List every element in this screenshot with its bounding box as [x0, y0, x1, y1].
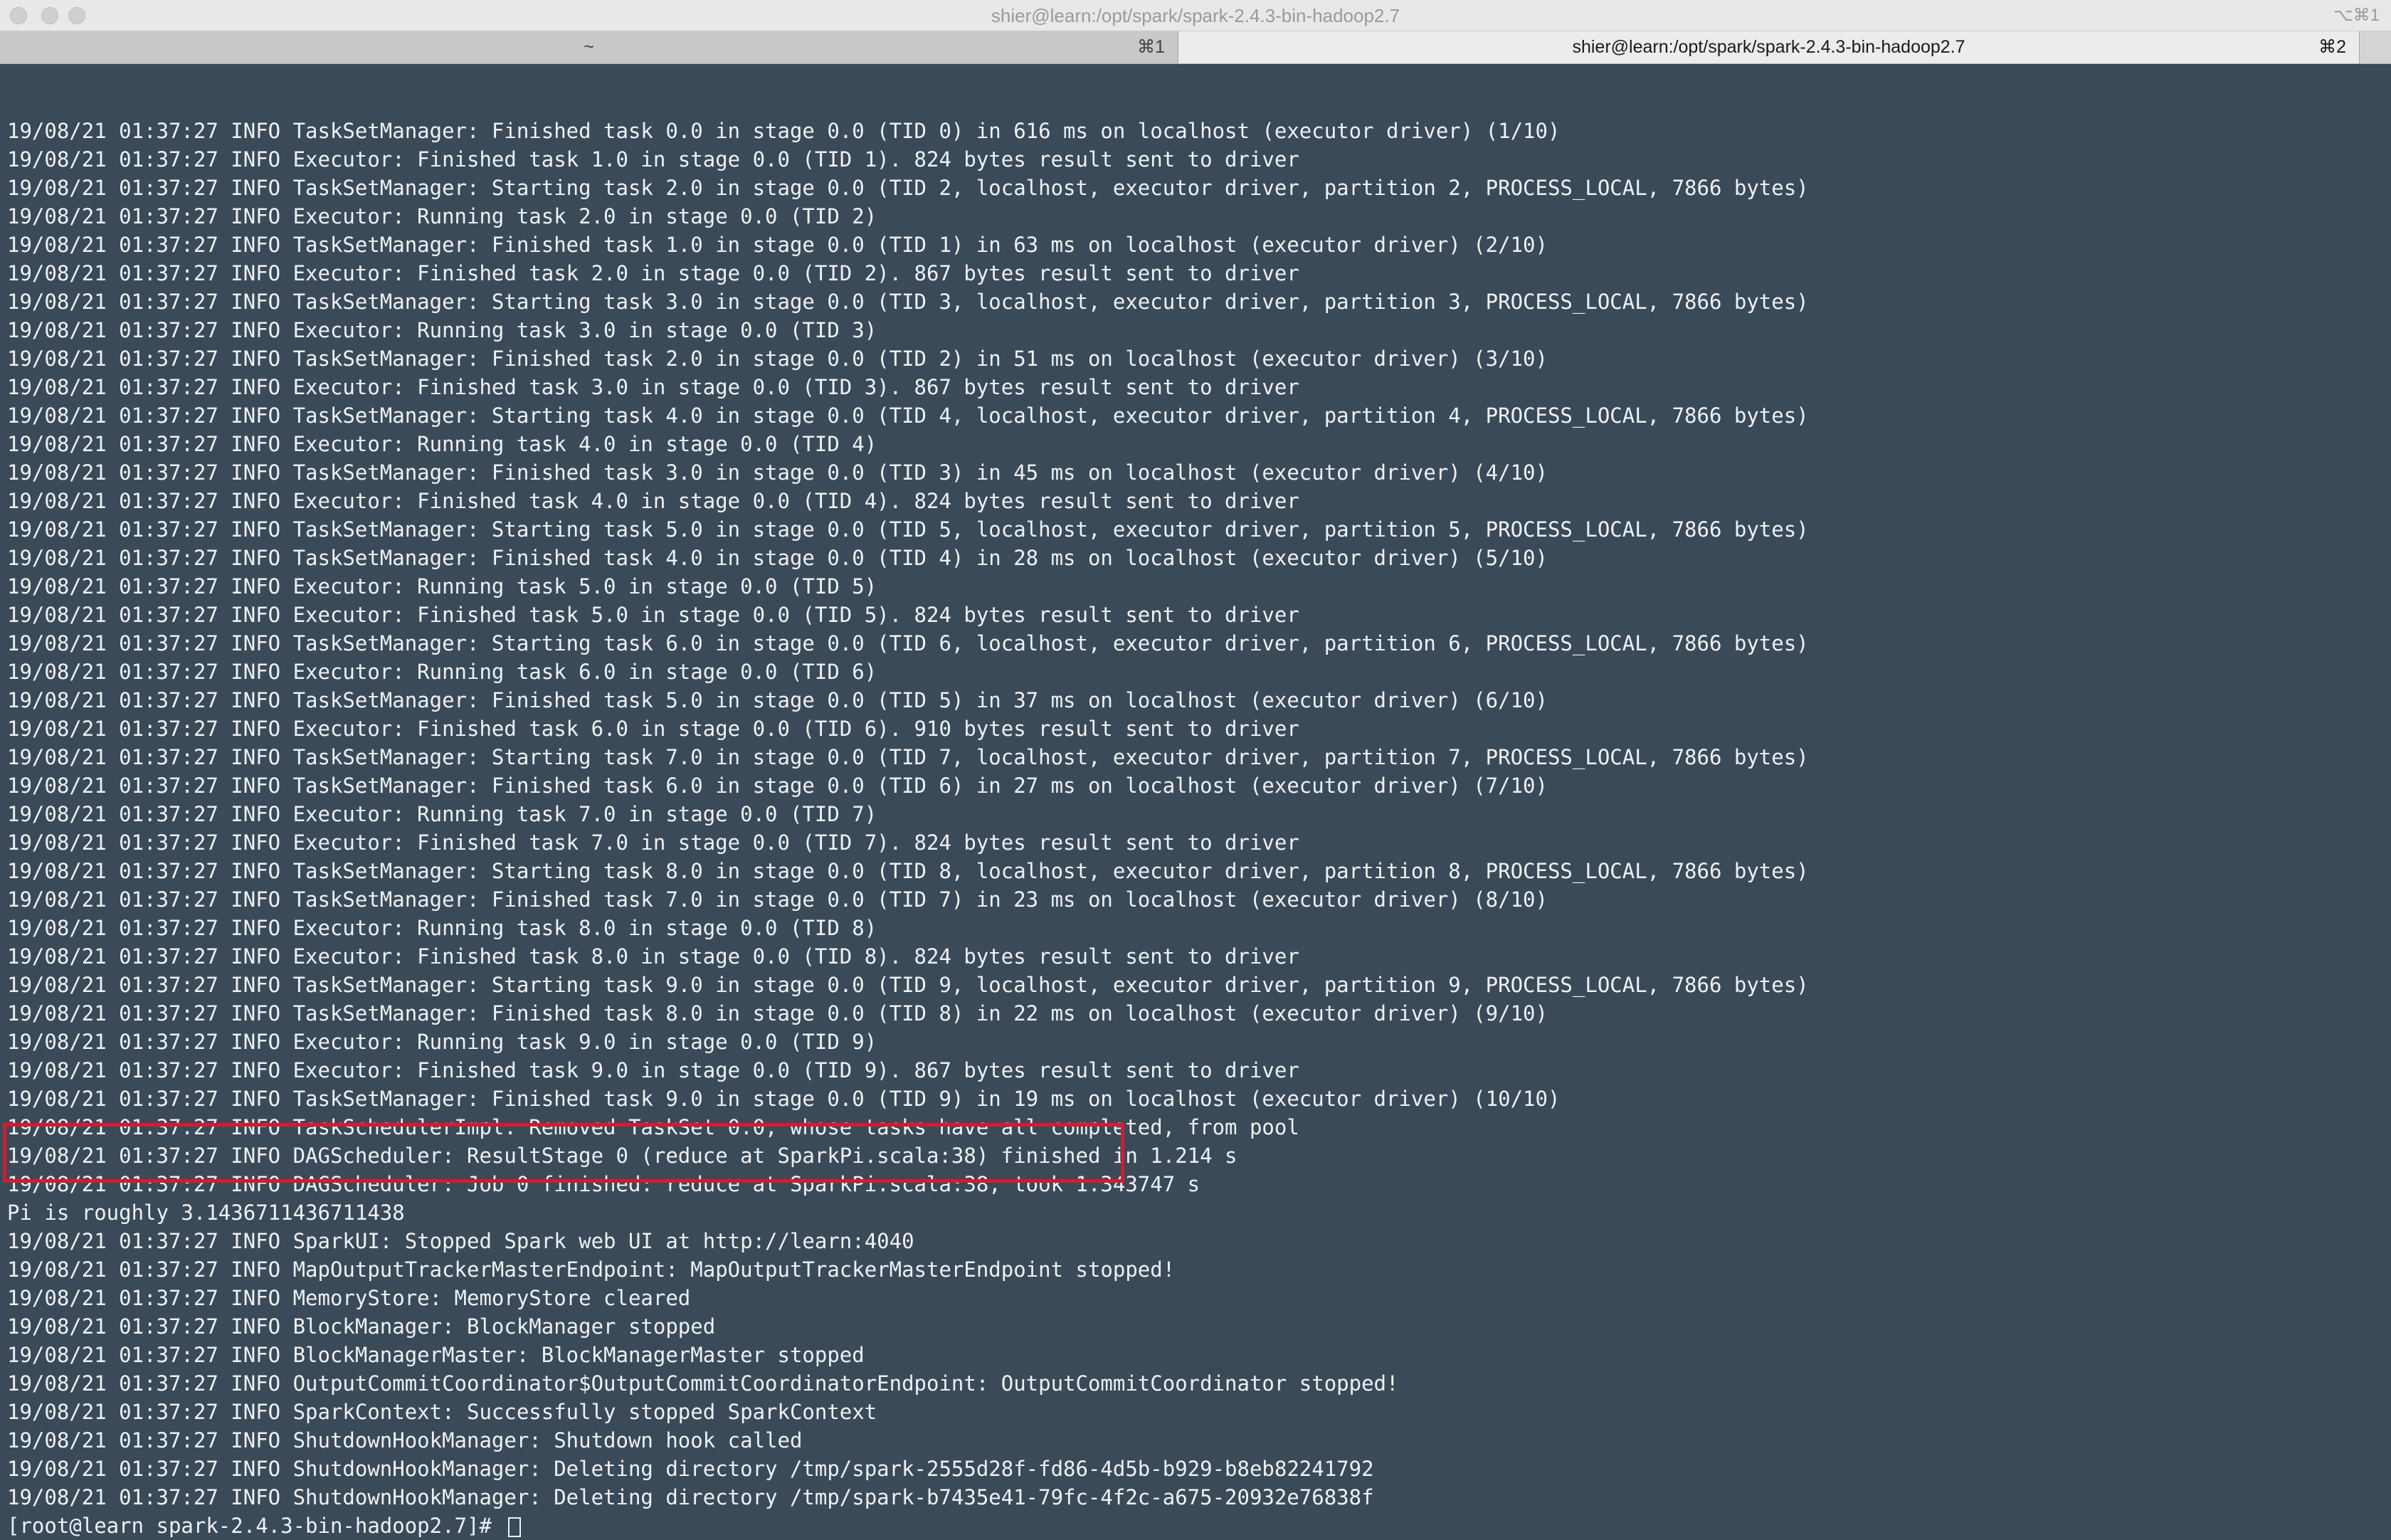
tab-shortcut: ⌘1 — [1137, 37, 1165, 57]
terminal-line: 19/08/21 01:37:27 INFO Executor: Finishe… — [7, 261, 1299, 285]
terminal-line: 19/08/21 01:37:27 INFO OutputCommitCoord… — [7, 1371, 1399, 1396]
terminal-line: 19/08/21 01:37:27 INFO TaskSetManager: F… — [7, 887, 1548, 912]
terminal-line: 19/08/21 01:37:27 INFO TaskSetManager: F… — [7, 347, 1548, 371]
terminal-window: shier@learn:/opt/spark/spark-2.4.3-bin-h… — [0, 0, 2391, 1538]
terminal-line: 19/08/21 01:37:27 INFO TaskSetManager: F… — [7, 546, 1548, 570]
terminal-line: 19/08/21 01:37:27 INFO MapOutputTrackerM… — [7, 1257, 1176, 1282]
terminal-line: 19/08/21 01:37:27 INFO BlockManagerMaste… — [7, 1343, 865, 1367]
terminal-line: 19/08/21 01:37:27 INFO TaskSetManager: S… — [7, 631, 1809, 655]
terminal-line: 19/08/21 01:37:27 INFO Executor: Finishe… — [7, 1058, 1299, 1082]
text-cursor-icon — [508, 1517, 522, 1537]
terminal-line: 19/08/21 01:37:27 INFO BlockManager: Blo… — [7, 1314, 716, 1339]
terminal-line: 19/08/21 01:37:27 INFO Executor: Running… — [7, 574, 877, 598]
terminal-output[interactable]: 19/08/21 01:37:27 INFO TaskSetManager: F… — [0, 68, 2391, 1538]
terminal-line: 19/08/21 01:37:27 INFO ShutdownHookManag… — [7, 1428, 803, 1452]
terminal-line: 19/08/21 01:37:27 INFO Executor: Finishe… — [7, 375, 1299, 399]
terminal-line: 19/08/21 01:37:27 INFO TaskSetManager: S… — [7, 176, 1809, 200]
tab-spark[interactable]: shier@learn:/opt/spark/spark-2.4.3-bin-h… — [1178, 31, 2360, 63]
command-prompt-line[interactable]: [root@learn spark-2.4.3-bin-hadoop2.7]# — [7, 1512, 2391, 1540]
new-tab-area[interactable] — [2360, 31, 2391, 63]
terminal-line: 19/08/21 01:37:27 INFO ShutdownHookManag… — [7, 1485, 1374, 1509]
terminal-line: 19/08/21 01:37:27 INFO Executor: Running… — [7, 660, 877, 684]
terminal-line: 19/08/21 01:37:27 INFO TaskSetManager: S… — [7, 973, 1809, 997]
terminal-line: 19/08/21 01:37:27 INFO Executor: Running… — [7, 1030, 877, 1054]
terminal-line: 19/08/21 01:37:27 INFO TaskSetManager: F… — [7, 1001, 1548, 1025]
terminal-line: 19/08/21 01:37:27 INFO TaskSetManager: F… — [7, 119, 1561, 143]
title-bar[interactable]: shier@learn:/opt/spark/spark-2.4.3-bin-h… — [0, 0, 2391, 31]
tab-home[interactable]: ~ ⌘1 — [0, 31, 1178, 63]
terminal-line: 19/08/21 01:37:27 INFO TaskSetManager: S… — [7, 517, 1809, 542]
terminal-line: 19/08/21 01:37:27 INFO MemoryStore: Memo… — [7, 1286, 691, 1310]
terminal-line: 19/08/21 01:37:27 INFO TaskSetManager: F… — [7, 1087, 1561, 1111]
terminal-line: 19/08/21 01:37:27 INFO SparkUI: Stopped … — [7, 1229, 914, 1253]
window-shortcut: ⌥⌘1 — [2333, 6, 2380, 25]
terminal-line: 19/08/21 01:37:27 INFO TaskSetManager: S… — [7, 745, 1809, 769]
terminal-line: 19/08/21 01:37:27 INFO TaskSetManager: F… — [7, 774, 1548, 798]
terminal-line: 19/08/21 01:37:27 INFO TaskSetManager: S… — [7, 859, 1809, 883]
terminal-line: 19/08/21 01:37:27 INFO Executor: Finishe… — [7, 147, 1299, 172]
terminal-line: 19/08/21 01:37:27 INFO Executor: Running… — [7, 916, 877, 940]
terminal-line: 19/08/21 01:37:27 INFO Executor: Finishe… — [7, 944, 1299, 969]
tab-shortcut: ⌘2 — [2318, 37, 2346, 57]
terminal-line: 19/08/21 01:37:27 INFO Executor: Running… — [7, 432, 877, 456]
tab-bar: ~ ⌘1 shier@learn:/opt/spark/spark-2.4.3-… — [0, 31, 2391, 64]
tab-label: shier@learn:/opt/spark/spark-2.4.3-bin-h… — [1572, 37, 1965, 57]
shell-prompt: [root@learn spark-2.4.3-bin-hadoop2.7]# — [7, 1514, 505, 1538]
terminal-line: 19/08/21 01:37:27 INFO Executor: Running… — [7, 802, 877, 826]
terminal-line: 19/08/21 01:37:27 INFO Executor: Finishe… — [7, 717, 1299, 741]
tab-label: ~ — [584, 37, 594, 57]
terminal-line: 19/08/21 01:37:27 INFO TaskSetManager: S… — [7, 404, 1809, 428]
terminal-line: 19/08/21 01:37:27 INFO TaskSetManager: S… — [7, 290, 1809, 314]
terminal-line: 19/08/21 01:37:27 INFO SparkContext: Suc… — [7, 1400, 877, 1424]
terminal-line: 19/08/21 01:37:27 INFO Executor: Running… — [7, 204, 877, 228]
terminal-line: 19/08/21 01:37:27 INFO TaskSetManager: F… — [7, 460, 1548, 485]
highlight-box — [3, 1123, 1124, 1183]
terminal-line: 19/08/21 01:37:27 INFO Executor: Finishe… — [7, 603, 1299, 627]
terminal-line: 19/08/21 01:37:27 INFO TaskSetManager: F… — [7, 233, 1548, 257]
terminal-line: 19/08/21 01:37:27 INFO Executor: Finishe… — [7, 830, 1299, 855]
terminal-line: 19/08/21 01:37:27 INFO TaskSetManager: F… — [7, 688, 1548, 712]
terminal-line: 19/08/21 01:37:27 INFO ShutdownHookManag… — [7, 1457, 1374, 1481]
terminal-line: Pi is roughly 3.1436711436711438 — [7, 1201, 405, 1225]
terminal-line: 19/08/21 01:37:27 INFO Executor: Finishe… — [7, 489, 1299, 513]
terminal-line: 19/08/21 01:37:27 INFO Executor: Running… — [7, 318, 877, 342]
window-title: shier@learn:/opt/spark/spark-2.4.3-bin-h… — [991, 5, 1400, 26]
